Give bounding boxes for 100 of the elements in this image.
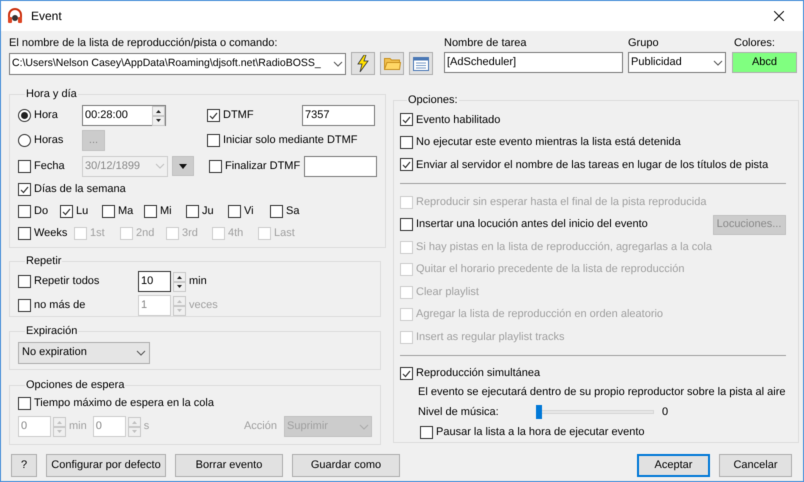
- checkbox-label: Insert as regular playlist tracks: [416, 330, 565, 345]
- checkbox[interactable]: [18, 227, 31, 240]
- time-field[interactable]: 00:28:00: [82, 105, 166, 126]
- checkbox-label: Tiempo máximo de espera en la cola: [34, 396, 214, 412]
- dtmf-field[interactable]: 7357: [302, 105, 375, 126]
- caret-icon: [359, 424, 369, 430]
- checkbox[interactable]: [420, 426, 433, 438]
- music-level-slider[interactable]: [536, 405, 654, 419]
- checkbox-label: DTMF: [223, 108, 254, 124]
- unit-label: min: [189, 274, 207, 290]
- unit-label: veces: [189, 298, 218, 314]
- command-combo-box[interactable]: C:\Users\Nelson Casey\AppData\Roaming\djsoft.net\RadioBOSS_: [9, 52, 346, 74]
- checkbox[interactable]: [60, 205, 73, 218]
- checkbox[interactable]: [18, 205, 31, 218]
- dialog-button[interactable]: Aceptar: [637, 454, 710, 477]
- checkbox[interactable]: [400, 367, 413, 380]
- checkbox-label: 2nd: [136, 226, 154, 242]
- checkbox-label: Reproducción simultánea: [416, 366, 540, 382]
- list-button[interactable]: [409, 52, 433, 75]
- checkbox-label: Ju: [202, 204, 214, 220]
- task-name-field[interactable]: [AdScheduler]: [444, 52, 623, 73]
- checkbox[interactable]: [228, 205, 241, 218]
- checkbox[interactable]: [18, 183, 31, 196]
- checkbox[interactable]: [400, 218, 413, 232]
- group-title: Opciones:: [407, 93, 459, 108]
- caret-icon: [179, 164, 187, 168]
- checkbox-label: Pausar la lista a la hora de ejecutar evento: [436, 424, 645, 440]
- description-text: El evento se ejecutará dentro de su propio reproductor sobre la pista al aire: [418, 385, 786, 400]
- window-title: Event: [31, 8, 62, 25]
- field-label: Acción: [244, 419, 277, 434]
- caret-icon: [713, 60, 723, 66]
- group-combo-box[interactable]: Publicidad: [628, 52, 726, 73]
- checkbox-label: No ejecutar este evento mientras la lista está detenida: [416, 135, 681, 150]
- checkbox-label: 3rd: [182, 226, 198, 242]
- dialog-button[interactable]: Configurar por defecto: [46, 454, 166, 477]
- calendar-dropdown-button[interactable]: [172, 156, 194, 176]
- date-combo-box: 30/12/1899: [82, 156, 168, 176]
- checkbox-label: Fecha: [34, 158, 65, 174]
- checkbox-label: Días de la semana: [34, 182, 126, 198]
- radio-label: Horas: [34, 133, 64, 148]
- checkbox-label: 4th: [228, 226, 244, 242]
- checkbox-label: Iniciar solo mediante DTMF: [223, 133, 358, 148]
- expiration-combo-box[interactable]: No expiration: [18, 342, 150, 364]
- caret-icon: [155, 163, 165, 169]
- checkbox-label: Repetir todos: [34, 274, 100, 290]
- checkbox-label: 1st: [90, 226, 105, 242]
- checkbox-label: Sa: [286, 204, 300, 220]
- checkbox[interactable]: [400, 136, 413, 149]
- color-sample-button[interactable]: Abcd: [732, 52, 797, 73]
- group-title: Opciones de espera: [25, 378, 126, 393]
- checkbox[interactable]: [144, 205, 157, 218]
- checkbox-label: no más de: [34, 298, 86, 314]
- group-title: Repetir: [25, 254, 62, 269]
- dialog-button[interactable]: Borrar evento: [175, 454, 283, 477]
- close-icon[interactable]: [774, 11, 784, 21]
- dialog-button[interactable]: ?: [11, 454, 37, 477]
- checkbox[interactable]: [18, 275, 31, 288]
- folder-icon: [384, 57, 401, 70]
- checkbox[interactable]: [270, 205, 283, 218]
- checkbox-label: Do: [34, 204, 48, 220]
- checkbox-label: Vi: [244, 204, 254, 220]
- checkbox[interactable]: [400, 113, 413, 126]
- checkbox-label: Clear playlist: [416, 284, 479, 300]
- checkbox-label: Weeks: [34, 226, 68, 242]
- repeat-field[interactable]: 10: [138, 271, 171, 292]
- checkbox-label: Last: [274, 226, 295, 242]
- checkbox[interactable]: [18, 160, 31, 172]
- group-title: Expiración: [25, 324, 78, 339]
- checkbox[interactable]: [209, 160, 222, 172]
- unit-label: s: [144, 419, 150, 434]
- radio-button[interactable]: [18, 109, 31, 122]
- spin-buttons-icon[interactable]: [152, 106, 165, 126]
- checkbox[interactable]: [102, 205, 115, 218]
- unit-label: min: [69, 419, 87, 434]
- checkbox[interactable]: [400, 158, 413, 172]
- caret-icon: [333, 60, 344, 66]
- spin-buttons-icon[interactable]: [173, 272, 186, 292]
- checkbox-label: Insertar una locución antes del inicio del evento: [416, 217, 648, 232]
- checkbox-label: Si hay pistas en la lista de reproducción, agregarlas a la cola: [416, 240, 712, 255]
- radio-label: Hora: [34, 108, 58, 124]
- dialog-button[interactable]: Cancelar: [719, 454, 792, 477]
- radio-button[interactable]: [18, 134, 31, 147]
- checkbox-label: Reproducir sin esperar hasta el final de la pista reproducida: [416, 194, 706, 210]
- checkbox-label: Lu: [76, 204, 88, 220]
- dialog-button[interactable]: Guardar como: [292, 454, 400, 477]
- slider-label: Nivel de música:: [418, 404, 500, 420]
- checkbox[interactable]: [207, 109, 220, 122]
- headphones-icon: [7, 8, 23, 24]
- slider-thumb[interactable]: [536, 405, 542, 419]
- lightning-button[interactable]: [351, 52, 376, 75]
- list-icon: [413, 56, 430, 70]
- checkbox-label: Finalizar DTMF: [225, 158, 300, 174]
- checkbox[interactable]: [207, 134, 220, 147]
- checkbox-label: Ma: [118, 204, 134, 220]
- field-label: Nombre de tarea: [444, 36, 528, 51]
- group-title: Hora y día: [25, 87, 78, 102]
- dtmf-end-field[interactable]: [304, 156, 377, 176]
- caret-icon: [136, 350, 146, 356]
- checkbox-label: Mi: [160, 204, 172, 220]
- checkbox[interactable]: [186, 205, 199, 218]
